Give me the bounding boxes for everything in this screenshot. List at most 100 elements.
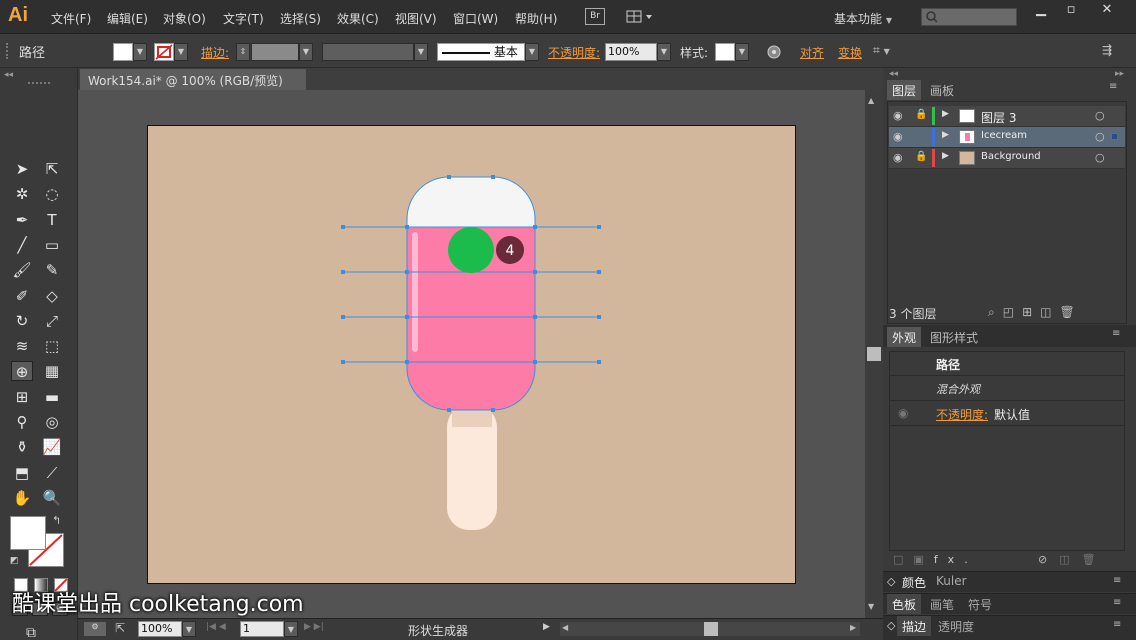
anchor-point[interactable]	[341, 360, 345, 364]
duplicate-icon[interactable]: ◫	[1059, 553, 1081, 566]
layer-color-bar	[932, 149, 935, 167]
expand-triangle-icon[interactable]: ▶	[942, 109, 949, 119]
make-clipping-mask-icon[interactable]: ◰	[1003, 305, 1022, 319]
panel-menu-icon[interactable]: ≡	[1113, 619, 1121, 630]
anchor-point[interactable]	[405, 360, 409, 364]
scroll-right-icon[interactable]: ▶	[850, 623, 856, 632]
anchor-point[interactable]	[533, 360, 537, 364]
layer-actions: ⌕◰⊞◫🗑	[988, 305, 1083, 320]
layer-row[interactable]: ◉ 🔒 ▶ 图层 3 ○	[889, 106, 1125, 127]
first-page-icon[interactable]: |◀ ◀	[206, 622, 226, 632]
tab-stroke[interactable]: 描边	[897, 616, 932, 636]
icecream-top[interactable]	[407, 177, 535, 227]
share-icon[interactable]: ⇱	[115, 621, 125, 635]
anchor-point[interactable]	[597, 360, 601, 364]
anchor-point[interactable]	[341, 315, 345, 319]
anchor-point[interactable]	[341, 270, 345, 274]
eye-icon[interactable]: ◉	[893, 151, 903, 164]
status-menu-icon[interactable]: ▶	[543, 622, 550, 632]
lock-icon[interactable]: 🔒	[915, 109, 927, 120]
layer-thumbnail	[959, 130, 975, 144]
anchor-point[interactable]	[491, 408, 495, 412]
anchor-point[interactable]	[533, 225, 537, 229]
anchor-point[interactable]	[405, 315, 409, 319]
tab-kuler[interactable]: Kuler	[931, 572, 972, 592]
tab-swatches[interactable]: 色板	[887, 594, 922, 614]
anchor-point[interactable]	[533, 315, 537, 319]
layer-name[interactable]: 图层 3	[981, 109, 1016, 126]
expand-icon[interactable]: ◇	[887, 619, 895, 632]
chevron-down-icon[interactable]: ▼	[284, 621, 298, 637]
tab-color[interactable]: 颜色	[897, 572, 931, 592]
new-sublayer-icon[interactable]: ⊞	[1022, 305, 1040, 319]
scroll-thumb[interactable]	[704, 622, 718, 636]
lock-icon[interactable]: 🔒	[915, 151, 927, 162]
expand-triangle-icon[interactable]: ▶	[942, 130, 949, 140]
anchor-point[interactable]	[533, 270, 537, 274]
anchor-point[interactable]	[597, 315, 601, 319]
opacity-link[interactable]: 不透明度:	[936, 406, 988, 423]
layer-name[interactable]: Icecream	[981, 130, 1027, 141]
tab-layers[interactable]: 图层	[887, 80, 922, 100]
anchor-point[interactable]	[447, 408, 451, 412]
panel-menu-icon[interactable]: ≡	[1112, 328, 1120, 339]
anchor-point[interactable]	[405, 270, 409, 274]
scroll-left-icon[interactable]: ◀	[562, 623, 568, 632]
appearance-opacity-row[interactable]: ◉ 不透明度: 默认值	[890, 402, 1124, 426]
tab-transparency[interactable]: 透明度	[933, 616, 979, 636]
appearance-title-row: 路径	[890, 352, 1124, 376]
expand-icon[interactable]: ◇	[887, 575, 895, 588]
opacity-default-value: 默认值	[994, 408, 1031, 422]
tab-symbols[interactable]: 符号	[963, 594, 997, 614]
anchor-point[interactable]	[341, 225, 345, 229]
layer-count: 3 个图层	[889, 307, 937, 321]
green-circle[interactable]	[448, 227, 494, 273]
anchor-point[interactable]	[405, 225, 409, 229]
stroke-panel-bar: ◇ 描边 透明度 ≡	[883, 615, 1136, 640]
vertical-scrollbar[interactable]: ▲ ▼	[865, 90, 883, 618]
expand-triangle-icon[interactable]: ▶	[942, 151, 949, 161]
add-fill-icon[interactable]: ▣	[913, 553, 933, 566]
horizontal-scrollbar[interactable]: ◀ ▶	[560, 622, 860, 636]
appearance-mixed-row: 混合外观	[890, 377, 1124, 401]
layer-row[interactable]: ◉ 🔒 ▶ Background ○	[889, 148, 1125, 169]
layer-row[interactable]: ◉ ▶ Icecream ○	[889, 127, 1125, 148]
scroll-up-icon[interactable]: ▲	[868, 96, 874, 105]
zoom-input[interactable]: 100%	[138, 621, 182, 637]
tab-graphic-styles[interactable]: 图形样式	[925, 327, 983, 347]
layer-thumbnail	[959, 109, 975, 123]
trash-icon[interactable]: 🗑	[1082, 553, 1108, 566]
target-icon[interactable]: ○	[1095, 109, 1105, 122]
last-page-icon[interactable]: ▶ ▶|	[304, 622, 324, 632]
expand-icon[interactable]: ▸▸	[1115, 69, 1124, 79]
eye-icon[interactable]: ◉	[893, 109, 903, 122]
anchor-point[interactable]	[597, 225, 601, 229]
trash-icon[interactable]: 🗑	[1059, 305, 1082, 319]
layer-name[interactable]: Background	[981, 151, 1041, 162]
gpu-icon[interactable]: ⚙	[84, 622, 106, 636]
anchor-point[interactable]	[447, 175, 451, 179]
tab-appearance[interactable]: 外观	[887, 327, 922, 347]
tab-brushes[interactable]: 画笔	[925, 594, 959, 614]
scroll-down-icon[interactable]: ▼	[868, 602, 874, 611]
scroll-thumb[interactable]	[867, 347, 881, 361]
panel-menu-icon[interactable]: ≡	[1113, 597, 1121, 608]
target-icon[interactable]: ○	[1095, 130, 1105, 143]
page-input[interactable]: 1	[240, 621, 284, 637]
tab-artboards[interactable]: 画板	[925, 80, 959, 100]
anchor-point[interactable]	[491, 175, 495, 179]
selected-art-indicator[interactable]	[1111, 133, 1118, 140]
new-layer-icon[interactable]: ◫	[1040, 305, 1059, 319]
panel-menu-icon[interactable]: ≡	[1109, 81, 1117, 92]
add-stroke-icon[interactable]: □	[893, 553, 913, 566]
target-icon[interactable]: ○	[1095, 151, 1105, 164]
chevron-down-icon[interactable]: ▼	[182, 621, 196, 637]
anchor-point[interactable]	[597, 270, 601, 274]
eye-icon[interactable]: ◉	[893, 130, 903, 143]
collapse-icon[interactable]: ◂◂	[889, 69, 898, 79]
eye-icon[interactable]: ◉	[898, 406, 908, 420]
locate-object-icon[interactable]: ⌕	[988, 305, 1003, 319]
clear-appearance-icon[interactable]: ⊘	[1038, 553, 1059, 566]
fx-icon[interactable]: fx.	[934, 553, 978, 566]
panel-menu-icon[interactable]: ≡	[1113, 575, 1121, 586]
